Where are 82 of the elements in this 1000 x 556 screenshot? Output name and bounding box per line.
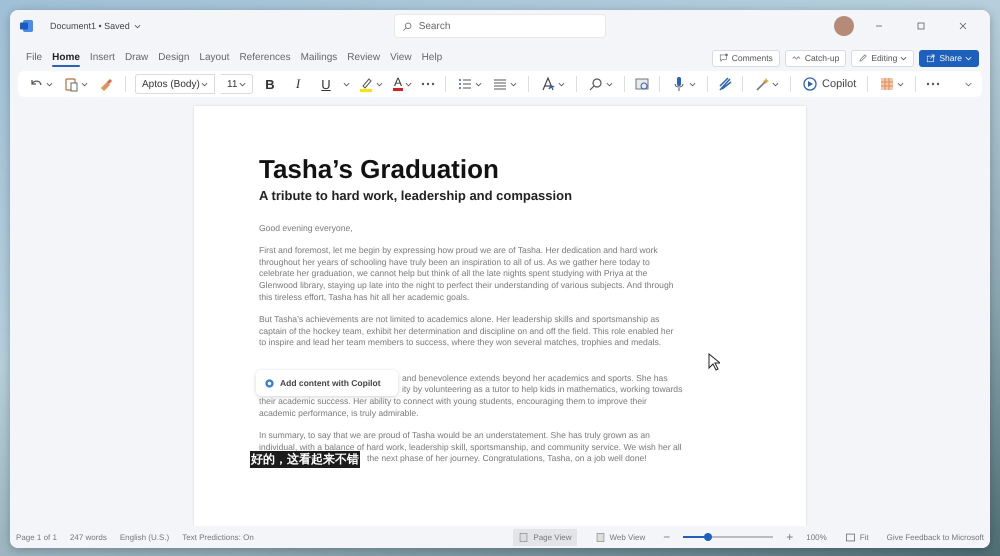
document-title[interactable]: Document1 • Saved	[42, 21, 141, 31]
copilot-prompt-button[interactable]: Add content with Copilot	[256, 370, 398, 396]
editing-button[interactable]: Editing	[851, 50, 914, 66]
paragraph: Good evening everyone,	[259, 223, 353, 235]
caret-icon	[405, 82, 412, 86]
paragraph-fragment: the next phase of her journey. Congratulations, Tasha, on a job well done!	[367, 453, 647, 466]
caret-icon	[201, 82, 208, 86]
caret-icon	[343, 82, 350, 86]
feedback-link[interactable]: Give Feedback to Microsoft	[886, 532, 984, 542]
fit-button[interactable]: Fit	[840, 528, 874, 546]
clipboard-icon[interactable]	[63, 76, 79, 92]
paragraph: First and foremost, let me begin by expressing how proud we are of Tasha. Her dedication and hard work throughout her years of schooling have truly been an inspiration to all of us. As we gather here today to celebrate her graduation, we cannot help but think of all the late nights spent studying with Priya at the Glenwood library, staying up late into the night to perfect their understanding of various subjects. And through this tireless effort, Tasha has hit all her academic goals.	[259, 244, 674, 304]
zoom-percentage: 100%	[806, 532, 827, 542]
ribbon-tab[interactable]: File	[21, 48, 48, 68]
paragraph: But Tasha’s achievements are not limited to academics alone. Her leadership skills and sportsmanship as captain of the hockey team, exhibit her determination and discipline on and off the field. This role enabled her to inspire and lead her team members to success, where they won several matches, trophies and medals.	[259, 314, 674, 350]
video-subtitle: 好的，这看起来不错	[250, 450, 360, 468]
caret-icon	[606, 82, 614, 86]
document-subtitle: A tribute to hard work, leadership and compassion	[259, 188, 574, 203]
catchup-button[interactable]: Catch-up	[784, 50, 846, 66]
caret-icon	[510, 82, 518, 86]
web-page-icon	[594, 532, 606, 542]
ribbon-tab[interactable]: Review	[342, 48, 386, 68]
status-text: Text Predictions: On	[182, 532, 254, 542]
zoom-in-button[interactable]: +	[786, 530, 794, 544]
ribbon-tab[interactable]: Layout	[194, 48, 234, 68]
view-button[interactable]: Page View	[513, 528, 576, 546]
ribbon-tab[interactable]: Design	[153, 48, 194, 68]
caret-icon	[46, 82, 53, 86]
caret-icon	[897, 82, 904, 86]
view-button[interactable]: Web View	[590, 528, 650, 546]
ribbon-tab[interactable]: Mailings	[296, 48, 342, 68]
caret-icon	[239, 82, 246, 86]
ribbon-tab[interactable]: Help	[416, 48, 448, 68]
status-text: English (U.S.)	[120, 532, 170, 542]
ribbon-tab[interactable]: View	[385, 48, 417, 68]
comments-button[interactable]: Comments	[712, 50, 780, 66]
ribbon-tab[interactable]: Draw	[120, 48, 154, 68]
ribbon-tab[interactable]: Insert	[84, 48, 120, 68]
page-icon	[518, 532, 530, 542]
bold-button[interactable]: B	[259, 74, 281, 94]
caret-icon	[376, 82, 383, 86]
font-family-dropdown[interactable]: Aptos (Body)	[135, 74, 215, 94]
maximize-icon[interactable]	[915, 20, 927, 32]
caret-icon	[558, 82, 566, 86]
caret-icon	[900, 56, 908, 60]
caret-icon	[81, 82, 88, 86]
search-icon	[402, 21, 413, 32]
share-icon	[926, 53, 936, 63]
grid-icon[interactable]	[879, 76, 896, 92]
mouse-pointer-icon	[708, 353, 720, 371]
search-icon[interactable]	[588, 76, 604, 92]
styles-icon[interactable]	[540, 76, 556, 92]
caret-icon	[772, 82, 780, 86]
paragraph-fragment: and benevolence extends beyond her academics and sports. She has ity by volunteering as a tutor to help kids in mathematics, working towards	[402, 372, 682, 396]
italic-button[interactable]: I	[287, 74, 309, 94]
comment-icon	[718, 53, 729, 63]
status-text: Page 1 of 1	[16, 532, 57, 542]
avatar[interactable]	[834, 16, 854, 36]
pencil-icon	[858, 53, 868, 63]
status-text: 247 words	[70, 532, 107, 542]
reuse-file-icon[interactable]	[634, 76, 650, 92]
caret-icon	[965, 56, 972, 60]
highlighter-icon[interactable]	[358, 76, 374, 92]
font-size-dropdown[interactable]: 11	[221, 74, 253, 94]
share-button[interactable]: Share	[919, 50, 979, 66]
caret-icon	[475, 82, 482, 86]
close-icon[interactable]	[957, 20, 969, 32]
ribbon-tab[interactable]: Home	[47, 48, 85, 68]
font-color-button[interactable]: A	[391, 75, 414, 93]
bullet-list-icon[interactable]	[457, 76, 474, 92]
fit-icon	[844, 532, 856, 542]
copilot-button[interactable]: Copilot	[800, 74, 858, 94]
search-field[interactable]: Search	[394, 14, 606, 38]
zoom-out-button[interactable]: −	[663, 530, 670, 544]
caret-icon	[134, 24, 141, 28]
ribbon-tab[interactable]: References	[234, 48, 296, 68]
document-title-heading: Tasha’s Graduation	[259, 154, 500, 185]
magic-wand-icon[interactable]	[754, 76, 770, 92]
word-logo-icon	[20, 19, 34, 33]
paragraph-fragment: their academic success. Her ability to connect with young students, encouraging them to improve their academic performance, is truly admirable.	[259, 396, 647, 420]
underline-button[interactable]: U	[315, 74, 337, 94]
caret-icon	[689, 82, 696, 86]
